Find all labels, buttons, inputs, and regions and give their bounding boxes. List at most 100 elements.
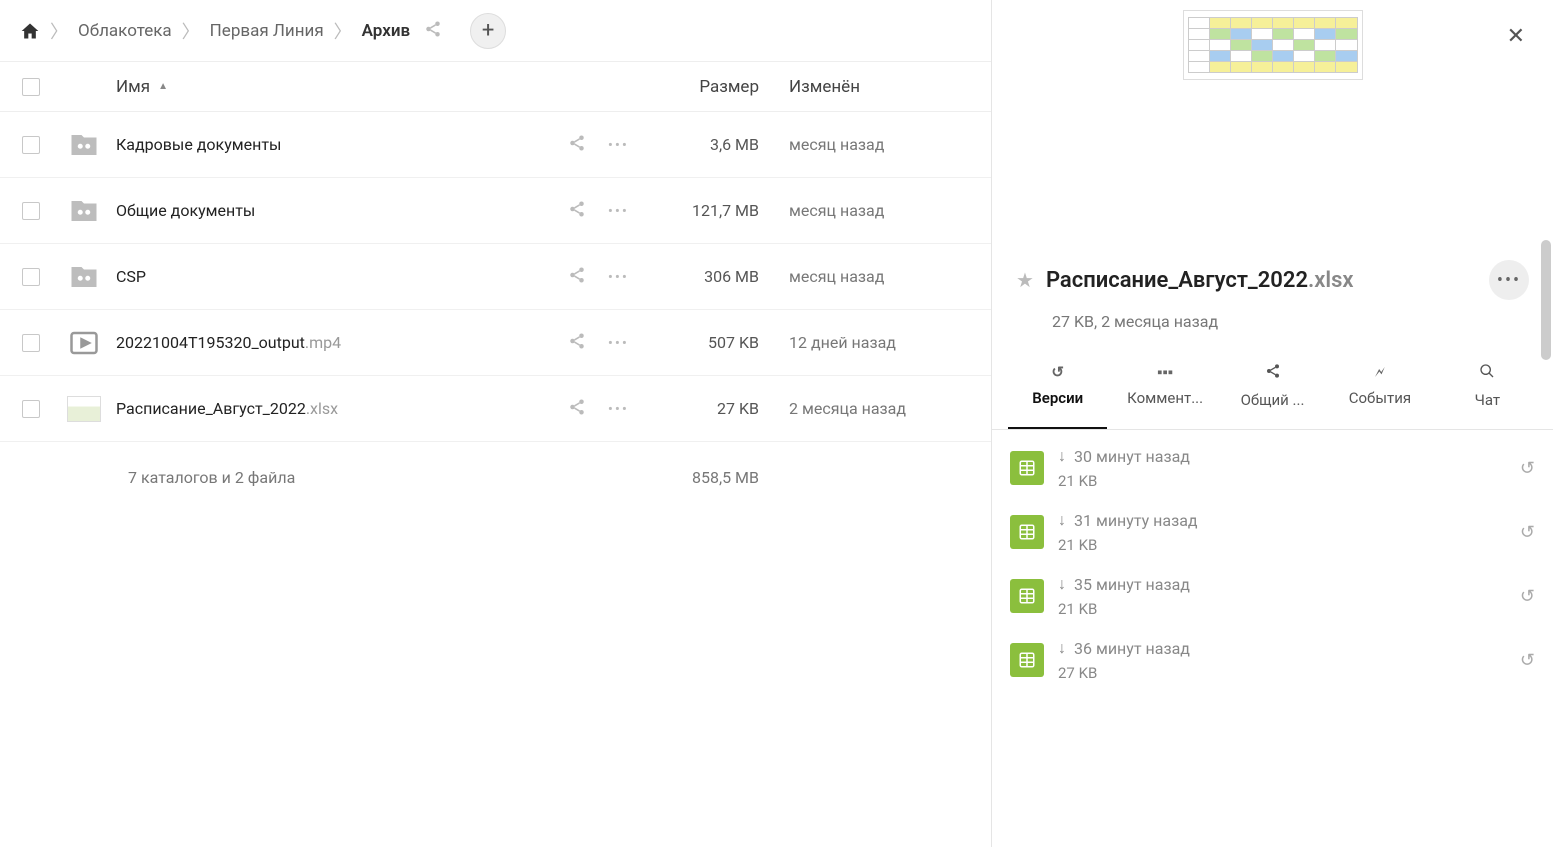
table-row[interactable]: CSP •••306 MBмесяц назад (0, 244, 991, 310)
chevron-right-icon: 〉 (50, 18, 68, 44)
spreadsheet-icon (1010, 515, 1044, 549)
file-modified: месяц назад (789, 267, 969, 286)
detail-tabs: ↺ Версии ▪▪▪ Коммент... Общий ... 🗲 Собы… (992, 353, 1553, 430)
row-checkbox[interactable] (22, 136, 40, 154)
history-icon: ↺ (1051, 363, 1064, 381)
download-arrow-icon: ↓ (1058, 574, 1066, 594)
preview-thumbnail[interactable] (1183, 10, 1363, 80)
file-browser-pane: Дежурная смена 69,8 MB 10 дней назад Дру… (0, 0, 992, 847)
file-size: 306 MB (629, 267, 789, 286)
column-header-modified[interactable]: Изменён (789, 77, 969, 97)
more-icon[interactable]: ••• (608, 334, 629, 352)
share-icon[interactable] (568, 398, 586, 420)
row-checkbox[interactable] (22, 400, 40, 418)
search-icon (1479, 363, 1495, 383)
row-checkbox[interactable] (22, 268, 40, 286)
file-title-row: ★ Расписание_Август_2022.xlsx ••• (992, 260, 1553, 300)
download-arrow-icon: ↓ (1058, 446, 1066, 466)
file-modified: 2 месяца назад (789, 399, 969, 418)
file-size: 121,7 MB (629, 201, 789, 220)
restore-icon[interactable]: ↺ (1520, 650, 1535, 671)
table-row[interactable]: Расписание_Август_2022.xlsx •••27 KB2 мес… (0, 376, 991, 442)
version-row[interactable]: ↓36 минут назад 27 KB ↺ (1002, 628, 1543, 692)
file-size: 27 KB (629, 399, 789, 418)
version-size: 27 KB (1058, 664, 1506, 682)
star-icon[interactable]: ★ (1016, 268, 1034, 292)
version-row[interactable]: ↓31 минуту назад21 KB↺ (1002, 500, 1543, 564)
scrollbar[interactable] (1541, 240, 1551, 360)
restore-icon[interactable]: ↺ (1520, 458, 1535, 479)
sort-asc-icon: ▲ (158, 81, 168, 92)
share-icon[interactable] (568, 332, 586, 354)
home-icon[interactable] (20, 21, 40, 41)
detail-pane: ✕ ★ Расписание_Август_2022.xlsx ••• 27 K… (992, 0, 1553, 847)
table-row[interactable]: Общие документы•••121,7 MBмесяц назад (0, 178, 991, 244)
file-name: CSP (116, 267, 568, 286)
version-time: ↓36 минут назад (1058, 638, 1506, 658)
tab-events[interactable]: 🗲 События (1326, 353, 1433, 429)
column-header-size[interactable]: Размер (629, 77, 789, 97)
file-type-icon (66, 127, 102, 163)
file-modified: 12 дней назад (789, 333, 969, 352)
breadcrumb-item-1[interactable]: Первая Линия (210, 21, 324, 41)
summary-row: 7 каталогов и 2 файла 858,5 MB (0, 442, 991, 512)
more-icon[interactable]: ••• (608, 202, 629, 220)
restore-icon[interactable]: ↺ (1520, 586, 1535, 607)
download-arrow-icon: ↓ (1058, 510, 1066, 530)
table-row[interactable]: 20221004T195320_output.mp4•••507 KB12 дн… (0, 310, 991, 376)
file-type-icon (66, 325, 102, 361)
version-time: ↓35 минут назад (1058, 574, 1506, 594)
restore-icon[interactable]: ↺ (1520, 522, 1535, 543)
version-size: 21 KB (1058, 472, 1506, 490)
file-list: Кадровые документы•••3,6 MBмесяц назадОб… (0, 112, 991, 442)
version-row[interactable]: ↓35 минут назад 21 KB ↺ (1002, 564, 1543, 628)
select-all-checkbox[interactable] (22, 78, 40, 96)
tab-sharing[interactable]: Общий ... (1219, 353, 1326, 429)
chevron-right-icon: 〉 (334, 18, 352, 44)
more-icon[interactable]: ••• (608, 268, 629, 286)
chevron-right-icon: 〉 (182, 18, 200, 44)
file-modified: месяц назад (789, 135, 969, 154)
file-size: 3,6 MB (629, 135, 789, 154)
share-icon (1265, 363, 1281, 383)
spreadsheet-icon (1010, 579, 1044, 613)
file-name: 20221004T195320_output.mp4 (116, 333, 568, 352)
breadcrumb: 〉 Облакотека 〉 Первая Линия 〉 Архив + (0, 0, 991, 62)
spreadsheet-icon (1010, 643, 1044, 677)
file-name: Расписание_Август_2022.xlsx (116, 399, 568, 418)
share-breadcrumb-icon[interactable] (424, 20, 442, 42)
summary-text: 7 каталогов и 2 файла (128, 468, 295, 487)
add-button[interactable]: + (470, 13, 506, 49)
version-row[interactable]: ↓30 минут назад 21 KB ↺ (1002, 436, 1543, 500)
file-type-icon (66, 193, 102, 229)
table-row[interactable]: Кадровые документы •••3,6 MBмесяц назад (0, 112, 991, 178)
download-arrow-icon: ↓ (1058, 638, 1066, 658)
more-icon[interactable]: ••• (608, 400, 629, 418)
breadcrumb-item-2[interactable]: Архив (362, 21, 410, 41)
file-type-icon (66, 259, 102, 295)
file-name: Кадровые документы (116, 135, 568, 154)
version-size: 21 KB (1058, 536, 1506, 554)
spreadsheet-icon (1010, 451, 1044, 485)
share-icon[interactable] (568, 200, 586, 222)
share-icon[interactable] (568, 134, 586, 156)
column-header-name[interactable]: Имя▲ (116, 77, 549, 97)
version-size: 21 KB (1058, 600, 1506, 618)
comment-icon: ▪▪▪ (1157, 363, 1173, 381)
breadcrumb-item-0[interactable]: Облакотека (78, 21, 172, 41)
row-checkbox[interactable] (22, 334, 40, 352)
share-icon[interactable] (568, 266, 586, 288)
file-subtitle: 27 KB, 2 месяца назад (992, 300, 1553, 353)
tab-chat[interactable]: Чат (1434, 353, 1541, 429)
tab-comments[interactable]: ▪▪▪ Коммент... (1111, 353, 1218, 429)
row-checkbox[interactable] (22, 202, 40, 220)
version-time: ↓30 минут назад (1058, 446, 1506, 466)
close-icon[interactable]: ✕ (1507, 24, 1525, 49)
bolt-icon: 🗲 (1375, 363, 1385, 381)
summary-size: 858,5 MB (629, 468, 789, 487)
file-title: Расписание_Август_2022.xlsx (1046, 268, 1477, 293)
more-icon[interactable]: ••• (608, 136, 629, 154)
tab-versions[interactable]: ↺ Версии (1004, 353, 1111, 429)
more-actions-button[interactable]: ••• (1489, 260, 1529, 300)
version-list: ↓30 минут назад21 KB↺↓31 минуту назад21 … (992, 430, 1553, 698)
